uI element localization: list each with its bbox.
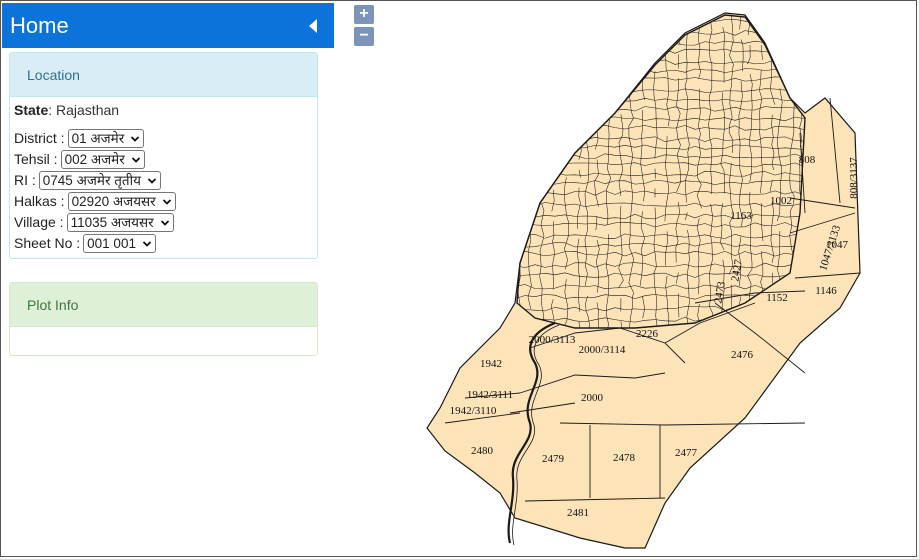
halkas-select[interactable]: 02920 अजयसर	[67, 192, 176, 211]
parcel-label: 2000/3113	[529, 334, 576, 346]
parcel-label: 808/3137	[848, 157, 860, 199]
state-value: : Rajasthan	[48, 102, 120, 118]
plot-info-panel: Plot Info	[9, 282, 318, 356]
state-line: State: Rajasthan	[14, 102, 313, 118]
chevron-down-icon	[142, 240, 152, 247]
sheet-select[interactable]: 001 001	[83, 234, 156, 253]
parcel-label: 2477	[675, 447, 698, 459]
ri-select[interactable]: 0745 अजमेर तृतीय	[38, 171, 161, 190]
chevron-down-icon	[131, 135, 140, 142]
parcel-label: 2480	[471, 445, 494, 457]
halkas-label: Halkas :	[14, 193, 65, 209]
parcel-label: 1146	[815, 285, 837, 297]
parcel-label: 1942/3111	[467, 389, 513, 401]
district-row: District : 01 अजमेर	[14, 128, 313, 149]
state-label: State	[14, 102, 49, 118]
home-title: Home	[10, 12, 69, 38]
parcel-label: 2481	[567, 507, 589, 519]
parcel-label: 2479	[542, 453, 565, 465]
cadastral-map[interactable]: 808 808/31371002104711461047/313311521163…	[335, 3, 916, 555]
location-panel-body: State: Rajasthan District : 01 अजमेर Teh…	[10, 97, 317, 258]
sheet-select-value: 001 001	[87, 236, 136, 251]
plot-info-body	[10, 327, 317, 355]
collapse-sidebar-button[interactable]	[304, 17, 322, 35]
tehsil-select[interactable]: 002 अजमेर	[60, 150, 145, 169]
district-label: District :	[14, 130, 65, 146]
sheet-row: Sheet No : 001 001	[14, 233, 313, 254]
village-label: Village :	[14, 214, 64, 230]
parcel-label: 2226	[636, 328, 659, 340]
sheet-label: Sheet No :	[14, 235, 81, 251]
caret-left-icon	[309, 18, 317, 33]
tehsil-label: Tehsil :	[14, 151, 58, 167]
chevron-down-icon	[160, 219, 169, 226]
parcel-label: 1942	[480, 358, 502, 370]
village-select[interactable]: 11035 अजयसर	[66, 213, 174, 232]
district-select-value: 01 अजमेर	[71, 131, 125, 146]
parcel-label: 1942/3110	[450, 405, 497, 417]
parcel-label: 2000/3114	[579, 344, 626, 356]
parcel-label: 1002	[770, 195, 792, 207]
parcel-label: 2476	[731, 349, 754, 361]
map-view[interactable]: 808 808/3137 1002 1047 1146 1047/3133 1152 1163…	[335, 3, 916, 555]
chevron-down-icon	[147, 177, 157, 184]
location-panel-heading: Location	[10, 53, 317, 97]
plot-info-heading: Plot Info	[10, 283, 317, 327]
village-select-value: 11035 अजयसर	[70, 215, 154, 230]
parcel-label: 808	[799, 154, 816, 166]
zoom-out-button[interactable]: −	[354, 27, 374, 46]
halkas-select-value: 02920 अजयसर	[71, 194, 156, 209]
ri-select-value: 0745 अजमेर तृतीय	[42, 173, 141, 188]
parcel-label: 1163	[730, 210, 752, 222]
ri-label: RI :	[14, 172, 36, 188]
sidebar: Home Location State: Rajasthan District …	[2, 3, 334, 555]
zoom-in-button[interactable]: +	[354, 5, 374, 24]
tehsil-select-value: 002 अजमेर	[64, 152, 125, 167]
ri-row: RI : 0745 अजमेर तृतीय	[14, 170, 313, 191]
chevron-down-icon	[131, 156, 140, 163]
location-panel: Location State: Rajasthan District : 01 …	[9, 52, 318, 259]
village-row: Village : 11035 अजयसर	[14, 212, 313, 233]
home-header: Home	[2, 3, 334, 48]
parcel-label: 1152	[766, 292, 788, 304]
parcel-label: 2478	[613, 452, 636, 464]
tehsil-row: Tehsil : 002 अजमेर	[14, 149, 313, 170]
parcel-label: 2000	[581, 392, 604, 404]
chevron-down-icon	[162, 198, 171, 205]
halkas-row: Halkas : 02920 अजयसर	[14, 191, 313, 212]
district-select[interactable]: 01 अजमेर	[67, 129, 145, 148]
